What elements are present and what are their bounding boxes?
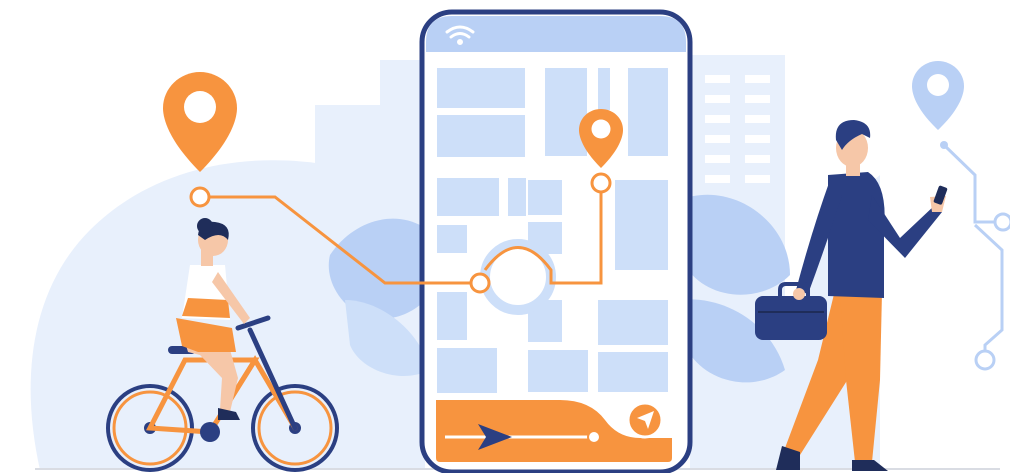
- man-phone: [933, 185, 948, 205]
- progress-end-dot: [587, 430, 601, 444]
- route-mid-node: [469, 272, 491, 294]
- man-fist: [793, 288, 805, 300]
- route-start-node: [189, 186, 211, 208]
- roundabout: [480, 239, 556, 315]
- smartphone: [419, 9, 693, 473]
- map-pin-icon: [163, 72, 237, 172]
- route-end-node: [590, 172, 612, 194]
- circuit-node-2: [993, 212, 1010, 232]
- man-shoe-front: [852, 460, 888, 471]
- briefcase: [755, 296, 827, 340]
- rider-top-stripe: [182, 298, 230, 318]
- circuit-node-3: [974, 349, 996, 371]
- circuit-node-1: [940, 141, 948, 149]
- bike-pedal: [200, 422, 220, 442]
- circuit-lines: [942, 143, 1004, 353]
- map-pin-icon-right: [912, 61, 964, 130]
- rider-hair-bun: [197, 218, 213, 234]
- navigation-app-illustration: [0, 0, 1010, 473]
